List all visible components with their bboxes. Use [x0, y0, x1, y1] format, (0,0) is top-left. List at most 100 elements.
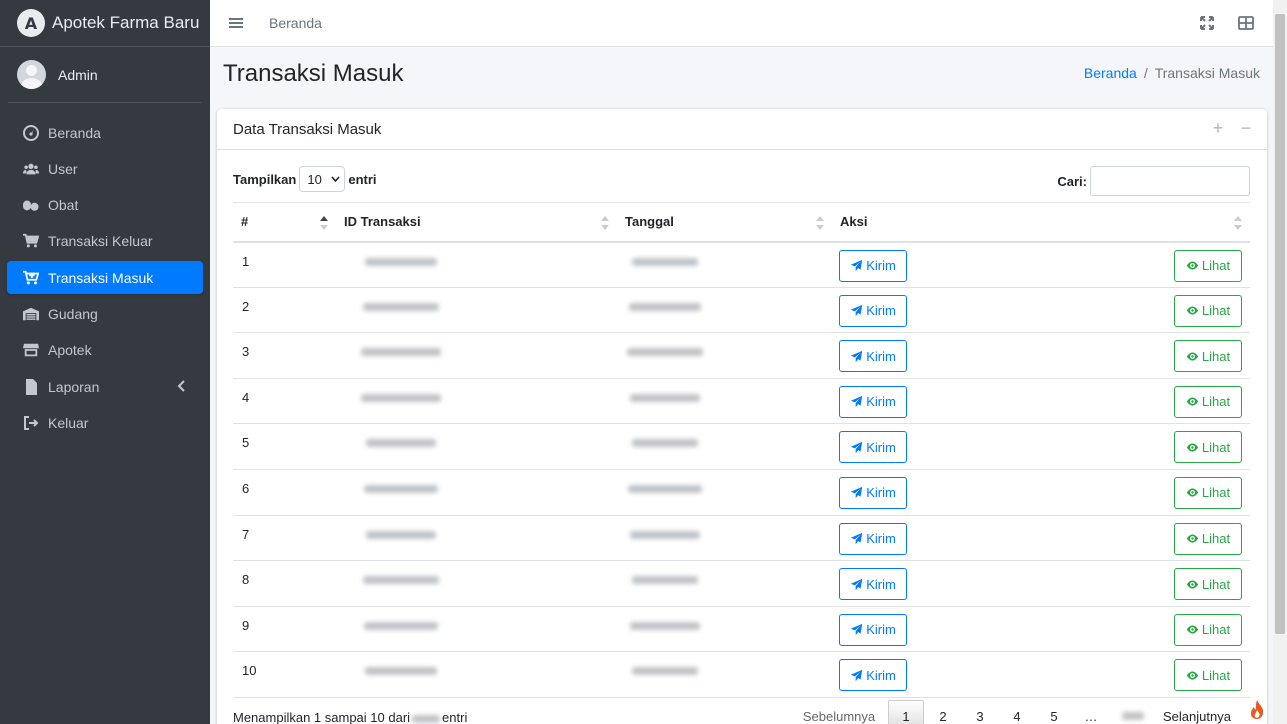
redacted-date — [632, 439, 698, 448]
paper-plane-icon — [851, 304, 863, 317]
lihat-button-label: Lihat — [1201, 622, 1231, 638]
lihat-button-label: Lihat — [1201, 667, 1231, 683]
info-prefix: Menampilkan 1 sampai 10 dari — [233, 710, 411, 724]
redacted-page-number — [1122, 712, 1144, 720]
breadcrumb: Beranda / Transaksi Masuk — [1084, 65, 1260, 81]
column-header-number[interactable]: # — [233, 202, 336, 243]
pagination-prev[interactable]: Sebelumnya — [797, 700, 881, 724]
lihat-button[interactable]: Lihat — [1174, 568, 1242, 601]
sidebar-item-transaksi-masuk[interactable]: Transaksi Masuk — [7, 261, 203, 295]
lihat-button[interactable]: Lihat — [1174, 522, 1242, 555]
kirim-button[interactable]: Kirim — [839, 613, 907, 646]
sidebar-item-transaksi-keluar[interactable]: Transaksi Keluar — [7, 225, 203, 258]
breadcrumb-home[interactable]: Beranda — [1084, 65, 1137, 81]
kirim-button[interactable]: Kirim — [839, 249, 907, 282]
page-scrollbar[interactable] — [1273, 0, 1287, 724]
sidebar-item-gudang[interactable]: Gudang — [7, 297, 203, 330]
sidebar-item-beranda[interactable]: Beranda — [7, 116, 203, 149]
kirim-button[interactable]: Kirim — [839, 431, 907, 464]
expand-icon[interactable]: + — [1211, 119, 1225, 137]
kirim-button[interactable]: Kirim — [839, 294, 907, 327]
collapse-icon[interactable]: − — [1239, 119, 1253, 137]
column-header-id[interactable]: ID Transaksi — [336, 202, 617, 243]
redacted-id — [366, 530, 436, 539]
pagination: Sebelumnya 1 2 3 4 5 … Selanjutnya — [797, 700, 1231, 724]
lihat-button[interactable]: Lihat — [1174, 340, 1242, 373]
grid-icon[interactable] — [1238, 15, 1254, 31]
cart-icon — [22, 233, 40, 249]
users-icon — [22, 161, 40, 177]
search-input[interactable] — [1090, 166, 1250, 196]
sidebar-item-user[interactable]: User — [7, 152, 203, 185]
sort-icon — [601, 216, 609, 230]
length-select-value: 10 — [307, 171, 322, 187]
pagination-page-1[interactable]: 1 — [888, 700, 924, 724]
table-row: 3 Kirim Lihat — [233, 332, 1250, 379]
cell-aksi: Kirim Lihat — [832, 378, 1250, 425]
sidebar: A Apotek Farma Baru Admin Beranda User O… — [0, 0, 210, 724]
lihat-button[interactable]: Lihat — [1174, 249, 1242, 282]
table-row: 9 Kirim Lihat — [233, 606, 1250, 653]
fullscreen-icon[interactable] — [1199, 15, 1215, 31]
sidebar-item-laporan[interactable]: Laporan — [7, 370, 203, 403]
kirim-button[interactable]: Kirim — [839, 340, 907, 373]
lihat-button[interactable]: Lihat — [1174, 294, 1242, 327]
lihat-button[interactable]: Lihat — [1174, 431, 1242, 464]
sidebar-item-label: Obat — [48, 197, 79, 214]
lihat-button-label: Lihat — [1201, 576, 1231, 592]
lihat-button[interactable]: Lihat — [1174, 613, 1242, 646]
column-header-action[interactable]: Aksi — [832, 202, 1250, 243]
pagination-page-4[interactable]: 4 — [999, 700, 1035, 724]
pagination-page-5[interactable]: 5 — [1036, 700, 1072, 724]
cart-plus-icon — [22, 270, 40, 286]
table-row: 6 Kirim Lihat — [233, 469, 1250, 516]
column-header-date[interactable]: Tanggal — [617, 202, 832, 243]
redacted-id — [364, 621, 438, 630]
eye-icon — [1186, 306, 1199, 315]
pagination-page-3[interactable]: 3 — [962, 700, 998, 724]
fire-icon[interactable] — [1247, 699, 1267, 721]
cell-id-transaksi — [336, 515, 617, 562]
length-suffix: entri — [348, 171, 377, 187]
cell-aksi: Kirim Lihat — [832, 287, 1250, 334]
cell-id-transaksi — [336, 241, 617, 288]
kirim-button[interactable]: Kirim — [839, 522, 907, 555]
kirim-button[interactable]: Kirim — [839, 659, 907, 692]
user-panel[interactable]: Admin — [8, 47, 202, 103]
cell-aksi: Kirim Lihat — [832, 423, 1250, 470]
kirim-button-label: Kirim — [866, 348, 896, 364]
redacted-date — [632, 667, 698, 676]
top-nav-beranda[interactable]: Beranda — [269, 15, 322, 31]
lihat-button[interactable]: Lihat — [1174, 385, 1242, 418]
paper-plane-icon — [851, 259, 863, 272]
tachometer-icon — [22, 124, 40, 141]
pagination-page-last[interactable] — [1115, 700, 1151, 724]
length-select[interactable]: 10 — [299, 166, 346, 192]
kirim-button[interactable]: Kirim — [839, 568, 907, 601]
cell-number: 9 — [233, 606, 336, 653]
sidebar-item-obat[interactable]: Obat — [7, 189, 203, 222]
lihat-button[interactable]: Lihat — [1174, 659, 1242, 692]
lihat-button-label: Lihat — [1201, 439, 1231, 455]
kirim-button-label: Kirim — [866, 258, 896, 273]
sidebar-item-keluar[interactable]: Keluar — [7, 406, 203, 439]
cell-tanggal — [617, 560, 832, 607]
pagination-page-2[interactable]: 2 — [925, 700, 961, 724]
sidebar-item-apotek[interactable]: Apotek — [7, 334, 203, 367]
kirim-button[interactable]: Kirim — [839, 385, 907, 418]
info-suffix: entri — [442, 710, 468, 724]
brand-link[interactable]: A Apotek Farma Baru — [0, 0, 210, 47]
sidebar-nav: Beranda User Obat Transaksi Keluar Trans… — [7, 116, 203, 443]
sidebar-item-label: Transaksi Keluar — [48, 233, 153, 250]
kirim-button[interactable]: Kirim — [839, 476, 907, 509]
cell-id-transaksi — [336, 560, 617, 607]
menu-toggle-icon[interactable] — [229, 16, 243, 30]
redacted-date — [629, 302, 701, 311]
file-icon — [22, 378, 40, 395]
cell-number: 2 — [233, 287, 336, 334]
table-header-row: # ID Transaksi Tanggal Aksi — [233, 202, 1250, 243]
pagination-next[interactable]: Selanjutnya — [1163, 700, 1231, 724]
scrollbar-thumb[interactable] — [1275, 14, 1285, 634]
lihat-button[interactable]: Lihat — [1174, 476, 1242, 509]
table-row: 2 Kirim Lihat — [233, 287, 1250, 334]
